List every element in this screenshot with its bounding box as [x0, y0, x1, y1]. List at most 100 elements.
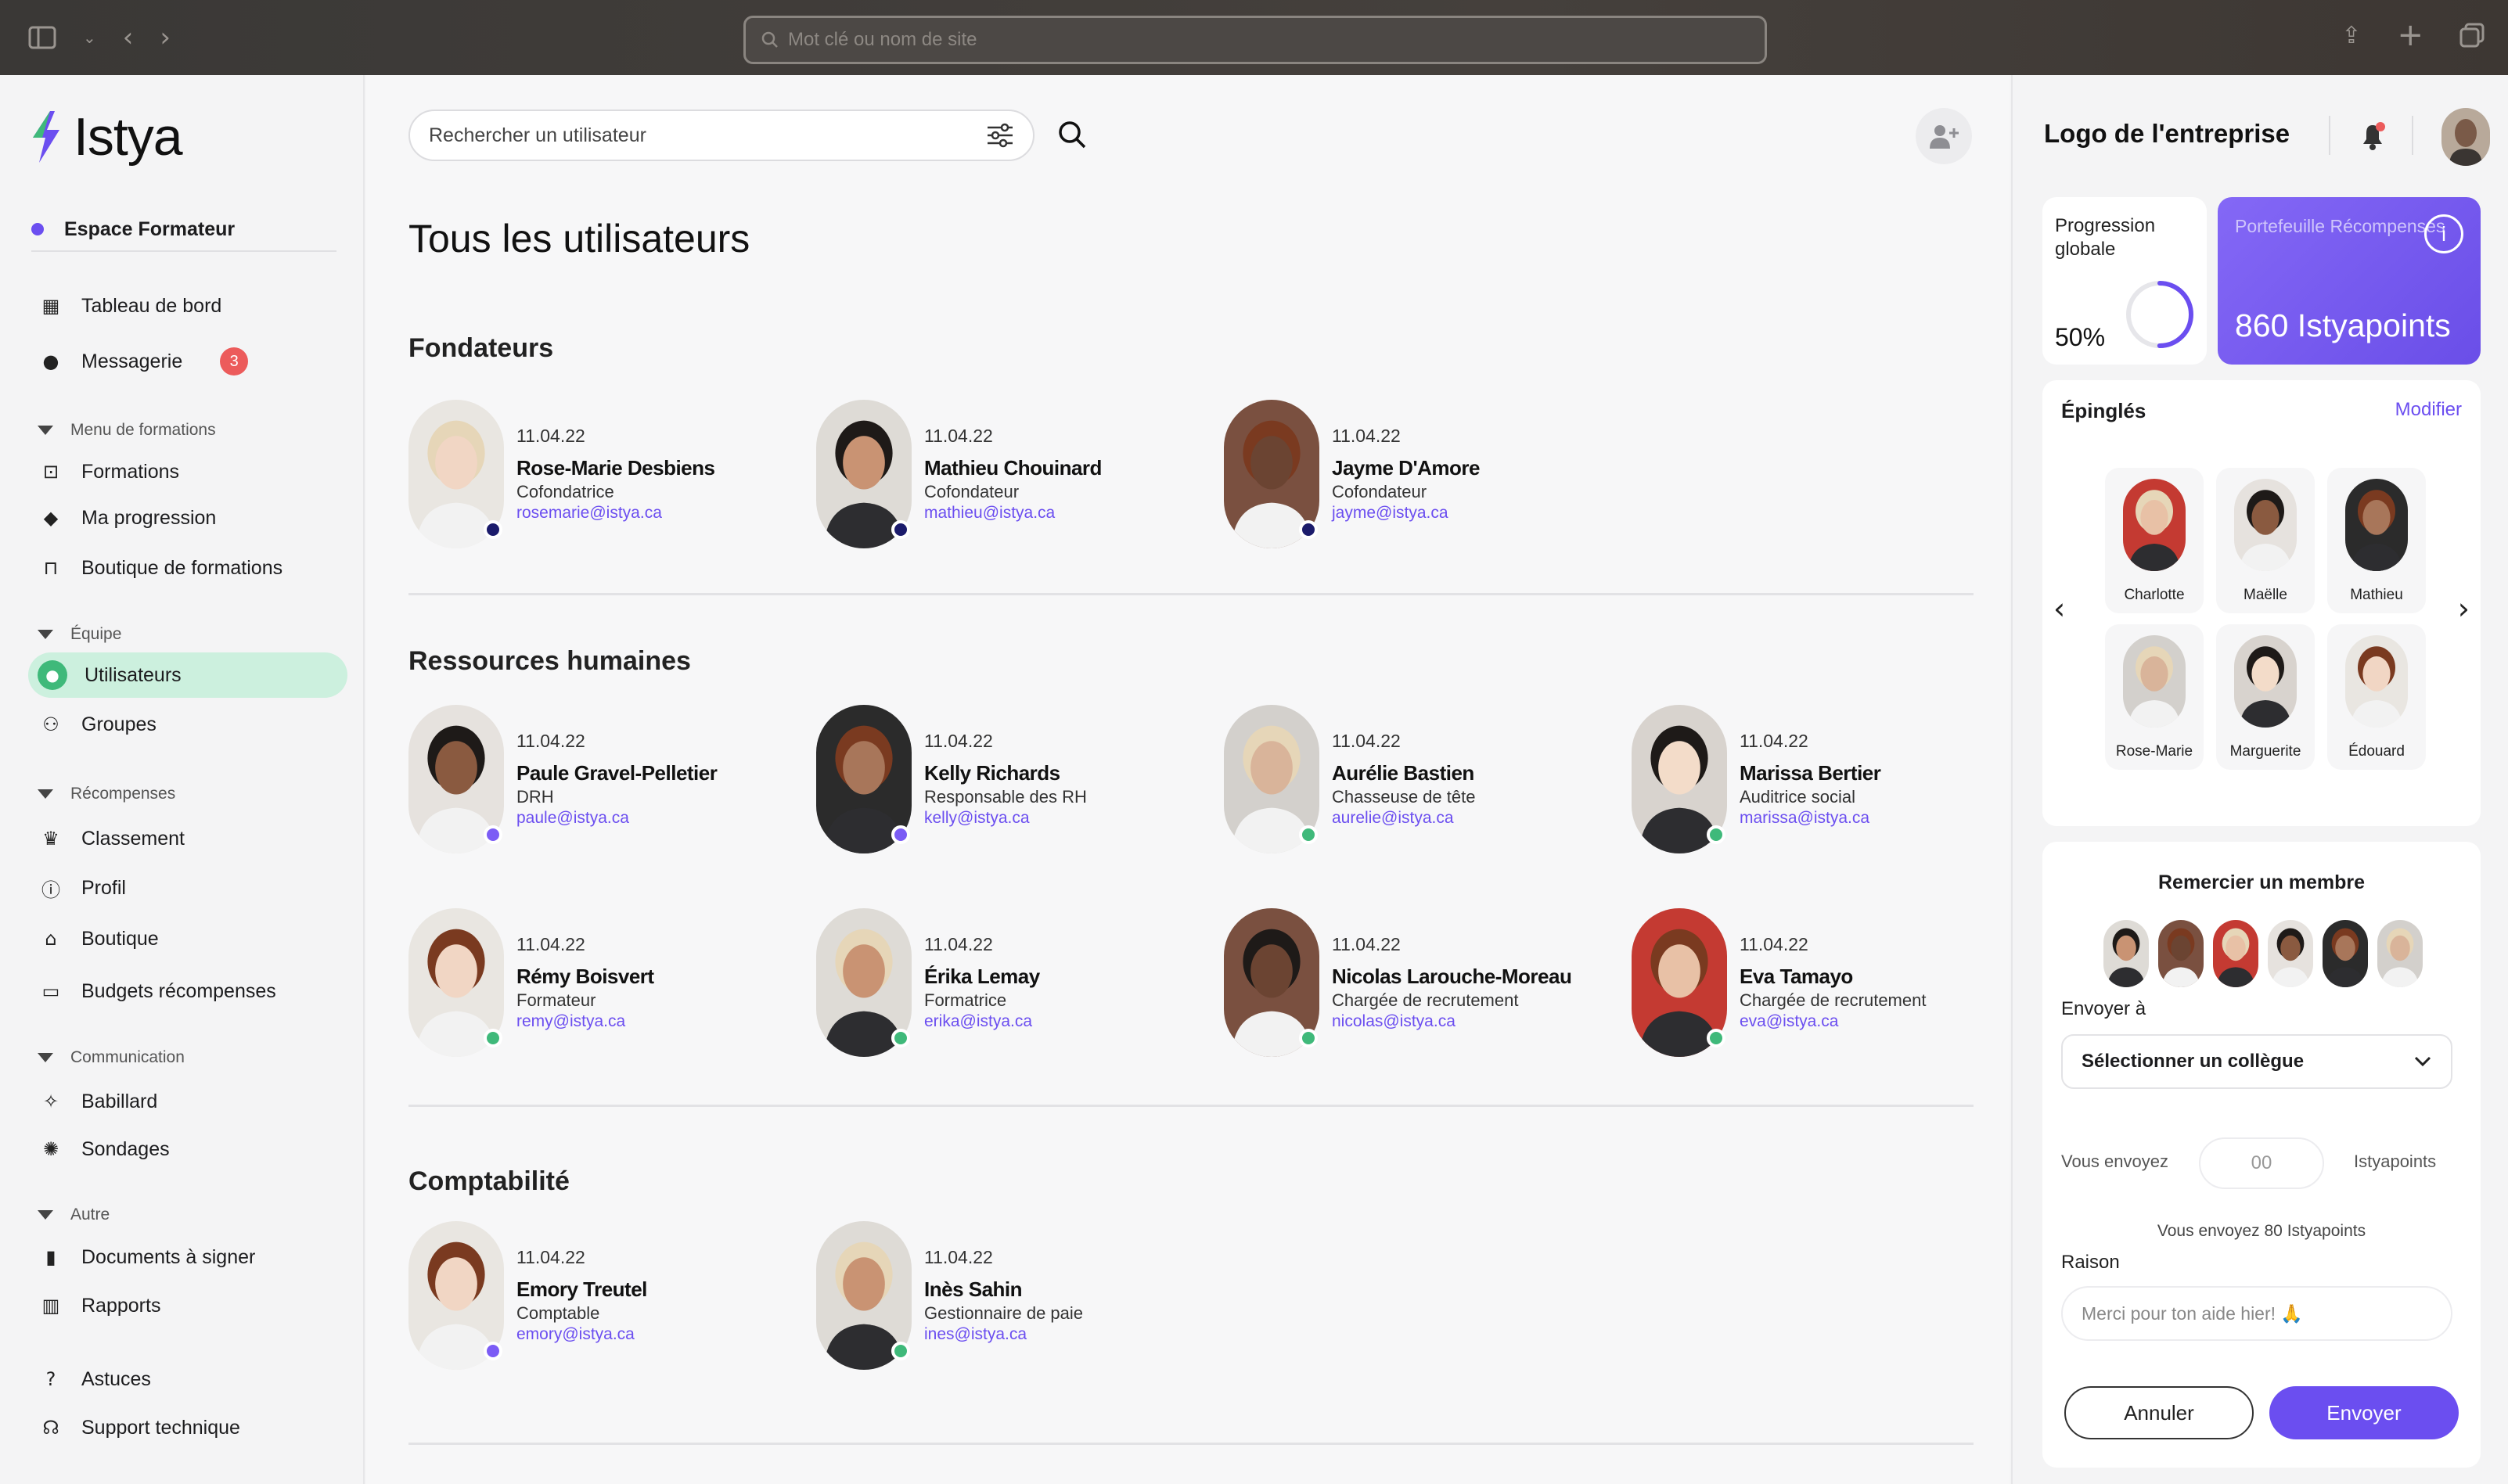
- avatar[interactable]: [1632, 908, 1727, 1057]
- user-email[interactable]: mathieu@istya.ca: [924, 504, 1102, 523]
- sidebar-item-users[interactable]: ● Utilisateurs: [28, 652, 347, 698]
- user-email[interactable]: jayme@istya.ca: [1332, 504, 1480, 523]
- user-email[interactable]: rosemarie@istya.ca: [516, 504, 714, 523]
- colleague-select[interactable]: Sélectionner un collègue: [2061, 1034, 2452, 1089]
- recipient-avatar[interactable]: [2213, 920, 2258, 987]
- notification-bell-icon[interactable]: [2357, 120, 2388, 152]
- space-selector[interactable]: Espace Formateur: [31, 208, 336, 252]
- user-name[interactable]: Eva Tamayo: [1740, 965, 1926, 989]
- sidebar-item-reports[interactable]: ▥ Rapports: [28, 1283, 347, 1328]
- sidebar-item-dashboard[interactable]: ▦ Tableau de bord: [28, 283, 347, 329]
- avatar[interactable]: [408, 1221, 504, 1370]
- pinned-person[interactable]: Charlotte: [2105, 468, 2204, 613]
- reason-input[interactable]: Merci pour ton aide hier! 🙏: [2061, 1286, 2452, 1341]
- search-icon[interactable]: [1056, 119, 1088, 150]
- sidebar-item-progress[interactable]: ◆ Ma progression: [28, 495, 347, 541]
- user-name[interactable]: Mathieu Chouinard: [924, 456, 1102, 480]
- user-name[interactable]: Paule Gravel-Pelletier: [516, 761, 718, 785]
- section-communication[interactable]: Communication: [38, 1048, 185, 1067]
- send-button[interactable]: Envoyer: [2269, 1386, 2459, 1439]
- pinned-person[interactable]: Marguerite: [2216, 624, 2315, 770]
- user-card[interactable]: 11.04.22 Rémy Boisvert Formateur remy@is…: [408, 904, 808, 1061]
- sidebar-item-board[interactable]: ✧ Babillard: [28, 1079, 347, 1124]
- user-card[interactable]: 11.04.22 Kelly Richards Responsable des …: [816, 701, 1215, 857]
- chevron-down-icon[interactable]: ⌄: [83, 28, 96, 47]
- user-card[interactable]: 11.04.22 Rose-Marie Desbiens Cofondatric…: [408, 396, 808, 552]
- user-card[interactable]: 11.04.22 Mathieu Chouinard Cofondateur m…: [816, 396, 1215, 552]
- user-name[interactable]: Rose-Marie Desbiens: [516, 456, 715, 480]
- avatar[interactable]: [408, 400, 504, 548]
- user-name[interactable]: Jayme D'Amore: [1332, 456, 1481, 480]
- recipient-avatar[interactable]: [2158, 920, 2204, 987]
- user-name[interactable]: Marissa Bertier: [1740, 761, 1881, 785]
- add-user-button[interactable]: [1916, 108, 1972, 164]
- sidebar-item-messaging[interactable]: ● Messagerie 3: [28, 339, 347, 384]
- sidebar-item-groups[interactable]: ⚇ Groupes: [28, 702, 347, 747]
- cancel-button[interactable]: Annuler: [2064, 1386, 2254, 1439]
- user-email[interactable]: paule@istya.ca: [516, 809, 717, 828]
- recipient-avatar[interactable]: [2103, 920, 2149, 987]
- pinned-person[interactable]: Édouard: [2327, 624, 2426, 770]
- new-tab-icon[interactable]: +: [2397, 17, 2423, 53]
- sidebar-item-documents[interactable]: ▮ Documents à signer: [28, 1234, 347, 1280]
- user-email[interactable]: kelly@istya.ca: [924, 809, 1087, 828]
- recipient-avatar[interactable]: [2323, 920, 2368, 987]
- points-amount-input[interactable]: 00: [2199, 1137, 2324, 1189]
- filter-sliders-icon[interactable]: [986, 123, 1014, 148]
- user-email[interactable]: emory@istya.ca: [516, 1325, 647, 1344]
- avatar[interactable]: [816, 705, 912, 853]
- chevron-left-icon[interactable]: ‹: [2053, 591, 2065, 626]
- pinned-person[interactable]: Mathieu: [2327, 468, 2426, 613]
- sidebar-item-training-shop[interactable]: ⊓ Boutique de formations: [28, 545, 347, 591]
- edit-pinned-link[interactable]: Modifier: [2395, 399, 2462, 421]
- user-email[interactable]: remy@istya.ca: [516, 1012, 654, 1031]
- sidebar-toggle-icon[interactable]: [28, 26, 56, 49]
- user-card[interactable]: 11.04.22 Inès Sahin Gestionnaire de paie…: [816, 1217, 1215, 1374]
- rewards-wallet-card[interactable]: Portefeuille Récompenses i 860 Istyapoin…: [2218, 197, 2481, 365]
- user-name[interactable]: Rémy Boisvert: [516, 965, 654, 989]
- sidebar-item-profile[interactable]: ⓘ Profil: [28, 865, 347, 911]
- user-name[interactable]: Érika Lemay: [924, 965, 1040, 989]
- current-user-avatar[interactable]: [2441, 108, 2490, 166]
- user-card[interactable]: 11.04.22 Marissa Bertier Auditrice socia…: [1632, 701, 2031, 857]
- avatar[interactable]: [816, 1221, 912, 1370]
- pinned-person[interactable]: Maëlle: [2216, 468, 2315, 613]
- avatar[interactable]: [408, 705, 504, 853]
- user-card[interactable]: 11.04.22 Emory Treutel Comptable emory@i…: [408, 1217, 808, 1374]
- user-name[interactable]: Inès Sahin: [924, 1277, 1083, 1302]
- section-training-menu[interactable]: Menu de formations: [38, 421, 216, 440]
- user-email[interactable]: aurelie@istya.ca: [1332, 809, 1475, 828]
- avatar[interactable]: [816, 400, 912, 548]
- user-card[interactable]: 11.04.22 Eva Tamayo Chargée de recruteme…: [1632, 904, 2031, 1061]
- recipient-avatar[interactable]: [2268, 920, 2313, 987]
- user-name[interactable]: Nicolas Larouche-Moreau: [1332, 965, 1572, 989]
- back-arrow-icon[interactable]: ‹: [123, 22, 134, 53]
- avatar[interactable]: [816, 908, 912, 1057]
- user-email[interactable]: ines@istya.ca: [924, 1325, 1083, 1344]
- section-team[interactable]: Équipe: [38, 625, 121, 644]
- sidebar-item-tips[interactable]: ? Astuces: [28, 1356, 347, 1402]
- sidebar-item-shop[interactable]: ⌂ Boutique: [28, 916, 347, 961]
- user-name[interactable]: Aurélie Bastien: [1332, 761, 1475, 785]
- user-card[interactable]: 11.04.22 Paule Gravel-Pelletier DRH paul…: [408, 701, 808, 857]
- user-search-input[interactable]: Rechercher un utilisateur: [408, 110, 1035, 161]
- info-icon[interactable]: i: [2424, 214, 2463, 253]
- recipient-avatar[interactable]: [2377, 920, 2423, 987]
- user-email[interactable]: nicolas@istya.ca: [1332, 1012, 1571, 1031]
- tabs-overview-icon[interactable]: [2459, 17, 2485, 53]
- user-name[interactable]: Emory Treutel: [516, 1277, 647, 1302]
- sidebar-item-ranking[interactable]: ♛ Classement: [28, 816, 347, 861]
- avatar[interactable]: [408, 908, 504, 1057]
- user-card[interactable]: 11.04.22 Jayme D'Amore Cofondateur jayme…: [1224, 396, 1623, 552]
- avatar[interactable]: [1224, 400, 1319, 548]
- sidebar-item-surveys[interactable]: ✺ Sondages: [28, 1126, 347, 1172]
- user-email[interactable]: erika@istya.ca: [924, 1012, 1040, 1031]
- avatar[interactable]: [1224, 705, 1319, 853]
- user-email[interactable]: eva@istya.ca: [1740, 1012, 1926, 1031]
- global-progress-card[interactable]: Progression globale 50%: [2042, 197, 2207, 365]
- app-logo[interactable]: Istya: [28, 106, 183, 167]
- forward-arrow-icon[interactable]: ›: [160, 22, 171, 53]
- sidebar-item-support[interactable]: ☊ Support technique: [28, 1405, 347, 1450]
- section-other[interactable]: Autre: [38, 1206, 110, 1224]
- section-rewards[interactable]: Récompenses: [38, 785, 175, 803]
